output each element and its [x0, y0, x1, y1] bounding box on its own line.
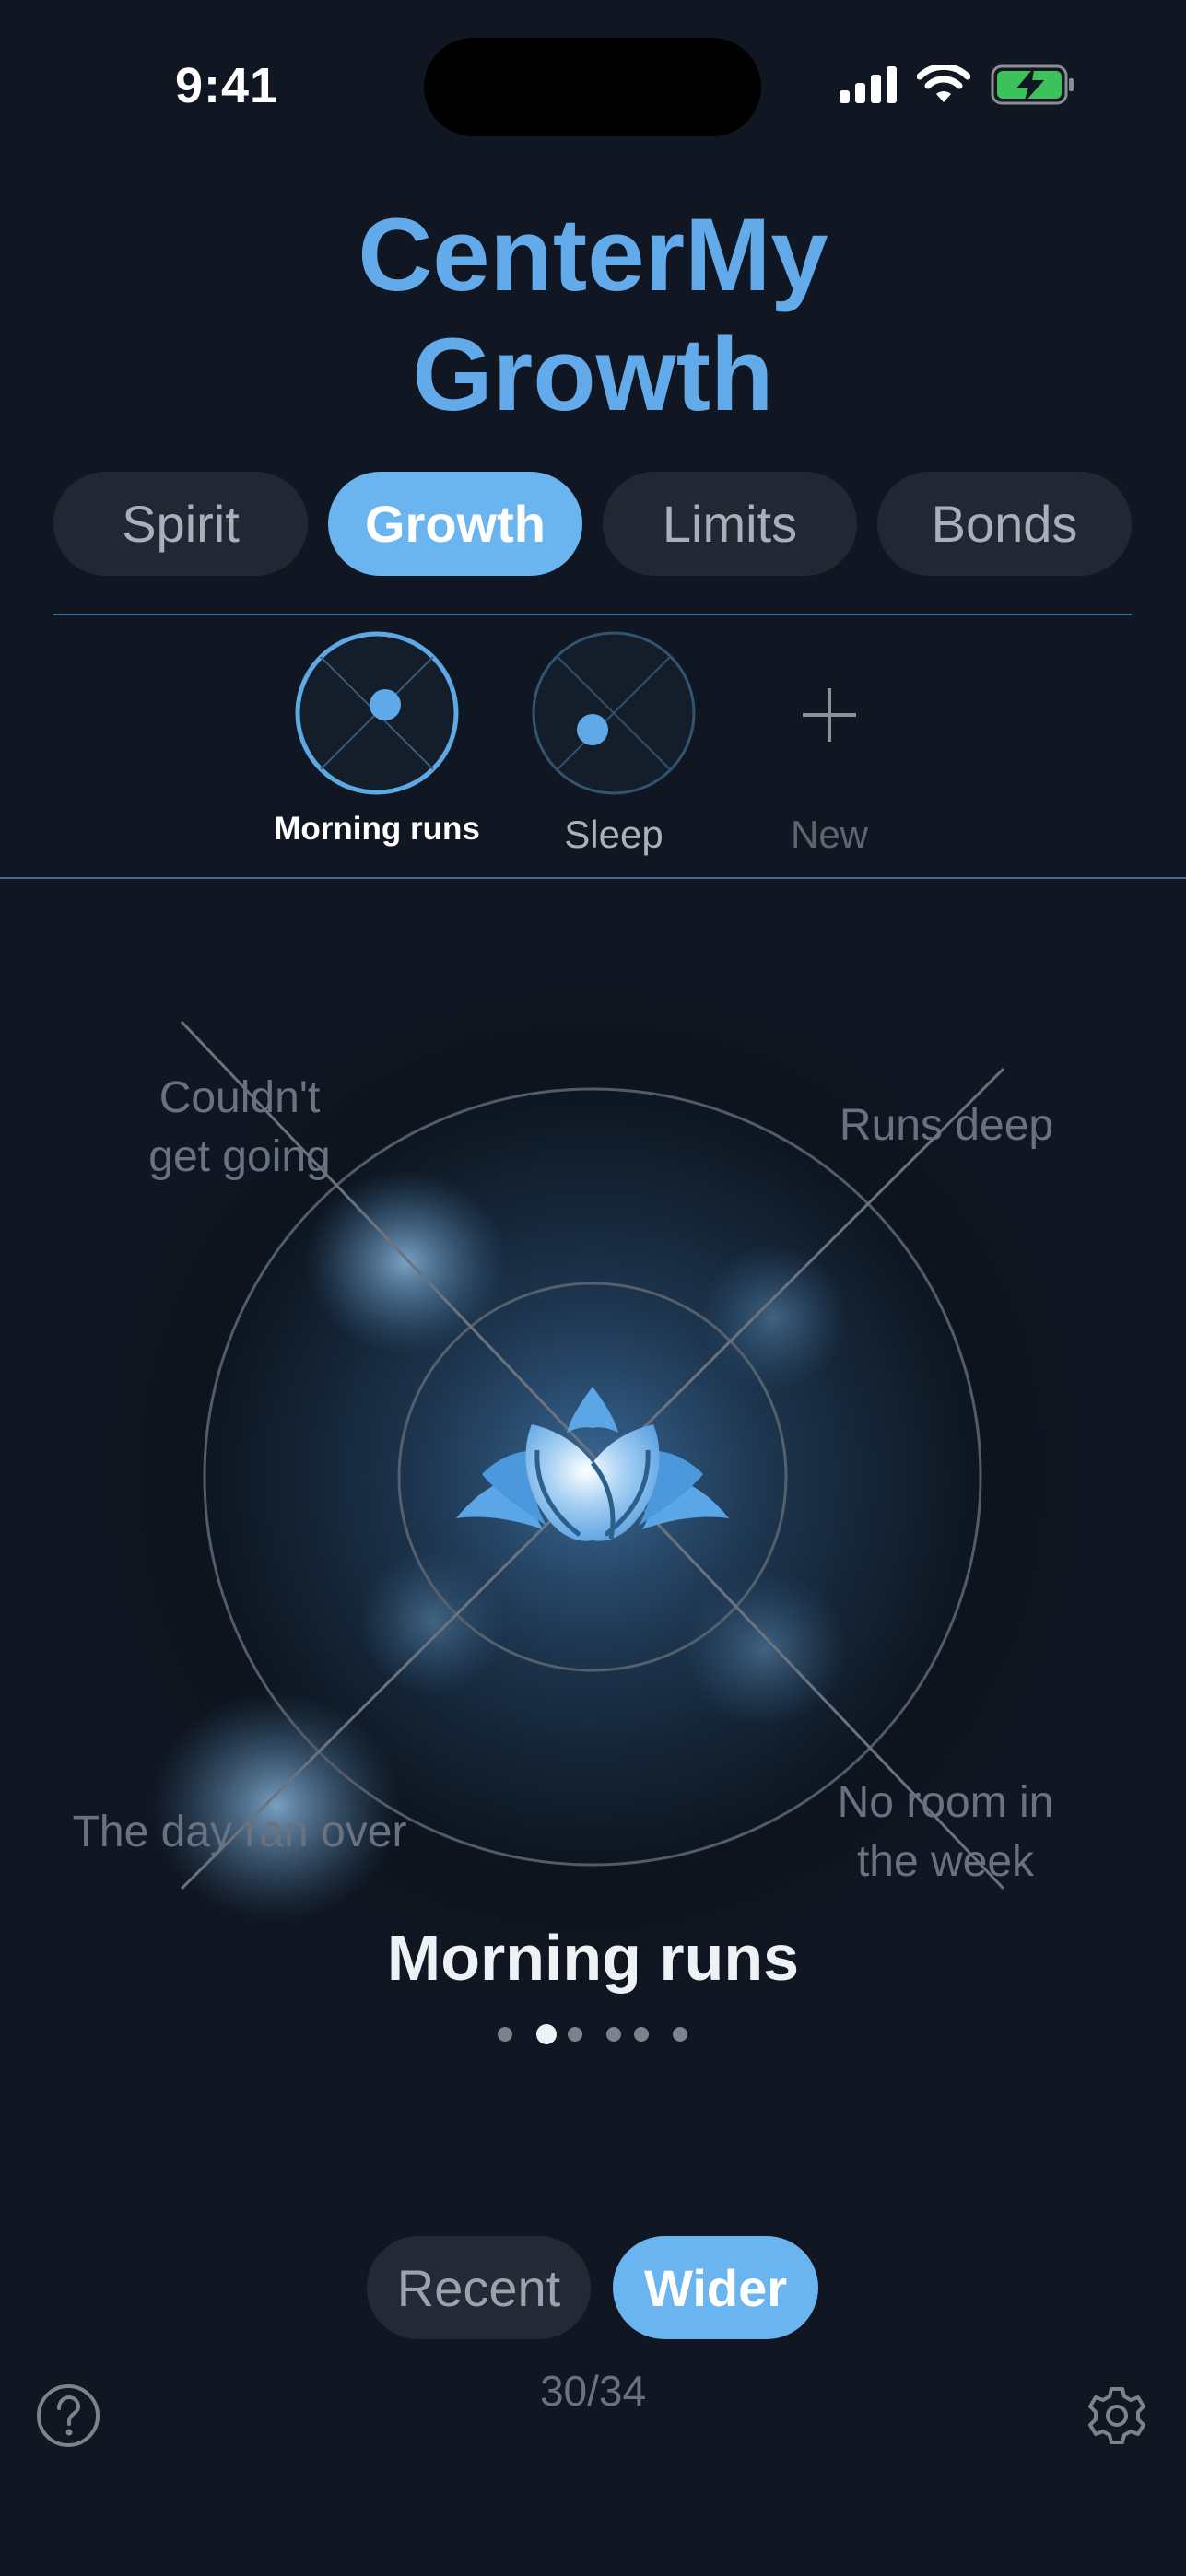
tab-growth[interactable]: Growth	[328, 472, 582, 576]
help-icon[interactable]	[35, 2383, 101, 2449]
habit-label-morning-runs: Morning runs	[274, 811, 480, 847]
wider-toggle-button[interactable]: Wider	[613, 2236, 818, 2339]
title-line-2: Growth	[412, 317, 774, 432]
tab-spirit[interactable]: Spirit	[53, 472, 308, 576]
page-dot-active[interactable]	[536, 2024, 557, 2044]
tabs-divider	[53, 614, 1132, 615]
dynamic-island	[424, 38, 761, 136]
wifi-icon	[917, 65, 970, 102]
habit-map[interactable]	[0, 884, 1186, 2082]
title-line-1: CenterMy	[358, 197, 828, 312]
quadrant-label-line: Couldn't	[159, 1073, 321, 1122]
quadrant-label-top-right: Runs deep	[839, 1101, 1054, 1150]
habit-label-sleep: Sleep	[564, 813, 663, 856]
quadrant-label-bottom-right: No room in the week	[838, 1774, 1054, 1891]
tab-limits[interactable]: Limits	[603, 472, 857, 576]
quadrant-label-bottom-left: The day ran over	[72, 1808, 407, 1856]
new-habit-label: New	[790, 813, 869, 856]
habits-divider	[0, 877, 1186, 879]
habit-compass-icon	[295, 631, 459, 795]
category-tabs: Spirit Growth Limits Bonds	[53, 472, 1132, 576]
focus-title: Morning runs	[386, 1922, 800, 1994]
recent-toggle-button[interactable]: Recent	[367, 2236, 591, 2339]
app-screen: 9:41 CenterMy Growth Spirit Growth Limit…	[0, 0, 1186, 2576]
habit-compass-icon	[532, 631, 696, 795]
quadrant-label-top-left: Couldn't get going	[148, 1069, 331, 1187]
page-dot[interactable]	[606, 2027, 621, 2042]
status-time: 9:41	[175, 58, 279, 113]
page-dot[interactable]	[568, 2027, 582, 2042]
entry-count: 30/34	[539, 2367, 647, 2415]
quadrant-label-line: the week	[856, 1837, 1035, 1886]
page-title: CenterMy Growth	[0, 195, 1186, 435]
plus-icon	[803, 688, 856, 742]
page-dot[interactable]	[498, 2027, 512, 2042]
battery-charging-icon	[991, 64, 1074, 105]
quadrant-label-line: get going	[148, 1132, 331, 1181]
status-icons	[840, 64, 1075, 105]
quadrant-label-line: No room in	[837, 1778, 1054, 1827]
page-dot[interactable]	[673, 2027, 687, 2042]
tab-bonds[interactable]: Bonds	[877, 472, 1132, 576]
page-dot[interactable]	[634, 2027, 649, 2042]
gear-icon[interactable]	[1084, 2383, 1150, 2449]
signal-icon	[840, 66, 897, 103]
